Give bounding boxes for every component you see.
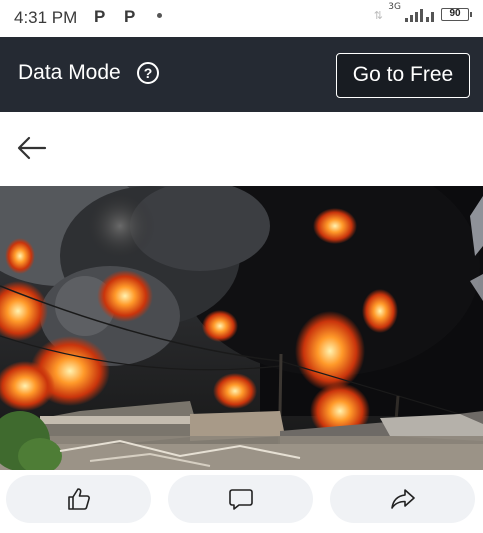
arrow-left-icon[interactable]	[16, 134, 48, 162]
p-notification-icon: P	[94, 7, 106, 26]
speech-bubble-icon	[228, 489, 253, 510]
fire-photo[interactable]	[0, 186, 483, 470]
go-to-free-button[interactable]: Go to Free	[336, 53, 470, 98]
comment-button[interactable]	[168, 475, 313, 523]
data-mode-bar: Data Mode ? Go to Free	[0, 37, 483, 112]
fire-photo-image	[0, 186, 483, 470]
data-arrows-icon: ⇅	[373, 10, 383, 22]
nav-row	[0, 112, 483, 186]
data-mode-title: Data Mode	[18, 61, 121, 84]
status-time: 4:31 PM	[14, 8, 78, 27]
help-icon[interactable]: ?	[137, 62, 159, 84]
p-notification-icon: P	[124, 7, 136, 26]
status-bar: 4:31 PM P P ⇅ 3G 90	[0, 0, 483, 36]
share-button[interactable]	[330, 475, 475, 523]
battery-level: 90	[449, 8, 461, 19]
signal-bars-icon	[405, 9, 434, 22]
battery-icon: 90	[441, 8, 472, 21]
dot-icon	[157, 13, 162, 18]
network-type: 3G	[388, 2, 401, 12]
share-arrow-icon	[390, 489, 415, 509]
thumbs-up-icon	[67, 488, 90, 510]
action-bar	[0, 470, 483, 533]
like-button[interactable]	[6, 475, 151, 523]
